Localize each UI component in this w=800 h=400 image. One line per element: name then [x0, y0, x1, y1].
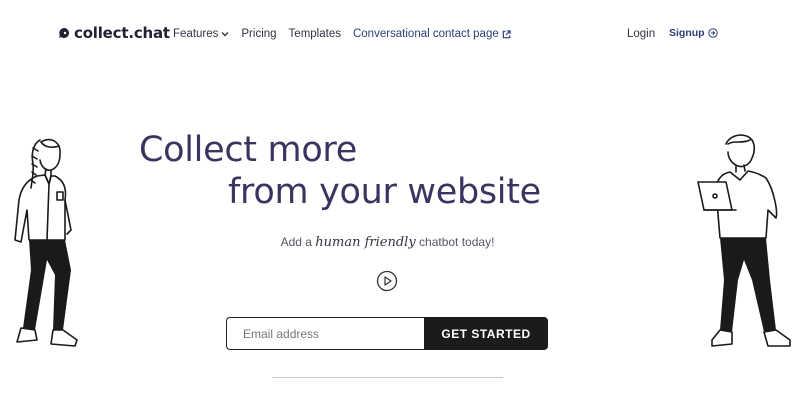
hero-tagline: Add a human friendly chatbot today!	[0, 235, 775, 250]
email-signup-form: GET STARTED	[226, 317, 548, 350]
login-link[interactable]: Login	[627, 28, 655, 40]
tagline-suffix: chatbot today!	[415, 235, 495, 249]
tagline-script-text: human friendly	[315, 235, 416, 250]
menu-item-features[interactable]: Features	[173, 28, 229, 40]
play-icon[interactable]	[376, 270, 398, 292]
chat-bubble-logo-icon	[59, 28, 69, 38]
main-menu: Features Pricing Templates Conversationa…	[173, 28, 511, 40]
brand-name: collect.chat	[74, 24, 170, 42]
chevron-down-icon	[221, 32, 229, 37]
email-input[interactable]	[226, 317, 424, 350]
tagline-prefix: Add a	[280, 235, 316, 249]
hero-heading-line-1: Collect more	[139, 130, 357, 170]
get-started-button[interactable]: GET STARTED	[424, 317, 548, 350]
brand-logo[interactable]: collect.chat	[58, 24, 170, 42]
menu-item-label: Features	[173, 28, 219, 40]
menu-item-label: Conversational contact page	[352, 28, 499, 40]
hero-heading-line-2: from your website	[228, 172, 541, 212]
menu-item-conversational-contact-page[interactable]: Conversational contact page	[353, 28, 511, 40]
section-divider	[272, 377, 503, 378]
external-link-icon	[502, 29, 511, 38]
sign-in-icon	[707, 28, 718, 38]
top-navigation: collect.chat Features Pricing Templates …	[0, 0, 800, 70]
menu-item-templates[interactable]: Templates	[289, 28, 341, 40]
signup-label: Signup	[669, 27, 705, 39]
signup-link[interactable]: Signup	[669, 27, 718, 39]
menu-item-pricing[interactable]: Pricing	[241, 28, 276, 40]
